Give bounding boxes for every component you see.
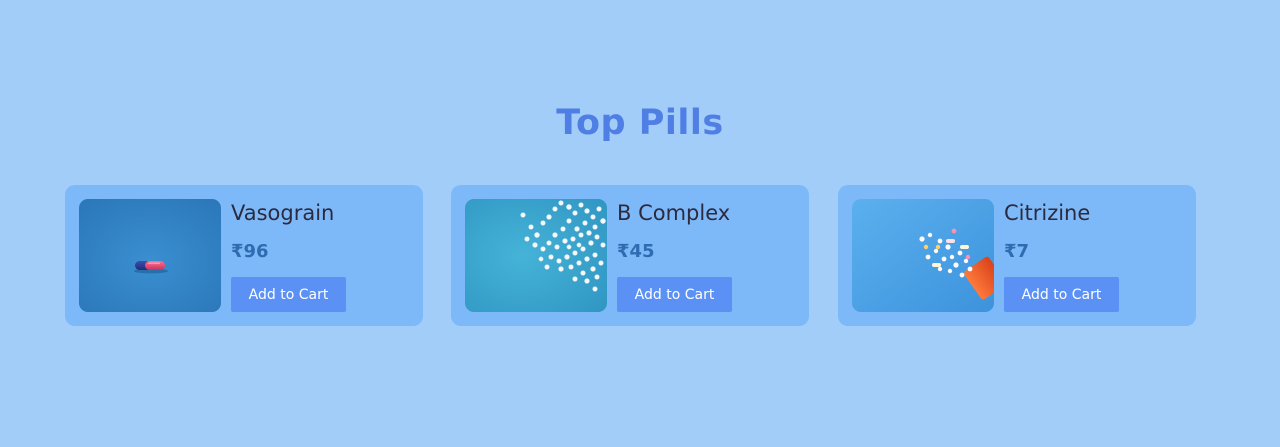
product-image-capsule: [79, 199, 221, 312]
top-pills-section: Top Pills Vasograin ₹96 Add to Cart B Co…: [0, 0, 1280, 447]
product-card-vasograin: Vasograin ₹96 Add to Cart: [65, 185, 423, 326]
product-image-white-pills: [465, 199, 607, 312]
product-price: ₹96: [231, 241, 269, 262]
product-price: ₹45: [617, 241, 655, 262]
section-title: Top Pills: [556, 103, 724, 143]
product-name: Vasograin: [231, 201, 335, 225]
product-image-pill-bottle: [852, 199, 994, 312]
product-name: B Complex: [617, 201, 731, 225]
white-pills-photo: [465, 199, 607, 312]
product-price: ₹7: [1004, 241, 1030, 262]
add-to-cart-button[interactable]: Add to Cart: [1004, 277, 1119, 312]
pill-bottle-photo: [852, 199, 994, 312]
product-card-citrizine: Citrizine ₹7 Add to Cart: [838, 185, 1196, 326]
product-name: Citrizine: [1004, 201, 1091, 225]
add-to-cart-button[interactable]: Add to Cart: [231, 277, 346, 312]
add-to-cart-button[interactable]: Add to Cart: [617, 277, 732, 312]
capsule-photo: [79, 199, 221, 312]
product-card-b-complex: B Complex ₹45 Add to Cart: [451, 185, 809, 326]
